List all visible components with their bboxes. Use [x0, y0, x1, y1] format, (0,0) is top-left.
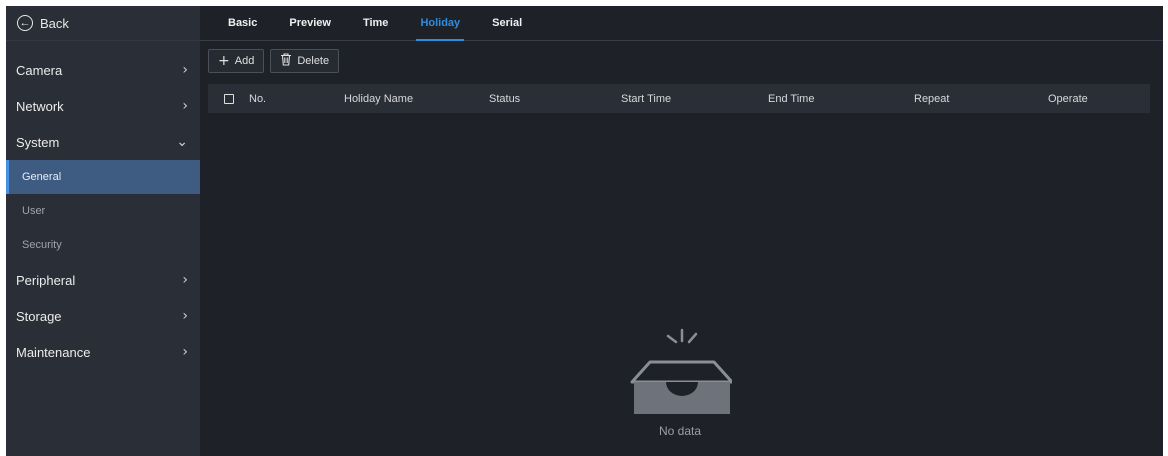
sidebar-subitem-label: Security — [22, 239, 62, 251]
sidebar-item-label: System — [16, 134, 60, 150]
delete-label: Delete — [297, 55, 330, 67]
empty-inbox-icon — [630, 328, 734, 414]
select-all-checkbox[interactable] — [224, 84, 234, 113]
sidebar-item-network[interactable]: Network › — [6, 88, 200, 124]
column-header-start-time: Start Time — [621, 92, 672, 105]
sidebar-item-label: Peripheral — [16, 272, 76, 288]
add-label: Add — [234, 55, 255, 67]
sidebar-item-label: Camera — [16, 62, 63, 78]
tab-bar: Basic Preview Time Holiday Serial — [200, 6, 1163, 41]
chevron-right-icon: › — [182, 344, 188, 360]
column-header-no: No. — [249, 92, 267, 105]
tab-preview[interactable]: Preview — [273, 6, 347, 40]
arrow-left-icon: ← — [17, 15, 33, 31]
chevron-down-icon: ⌄ — [176, 134, 188, 150]
tab-time[interactable]: Time — [347, 6, 404, 40]
sidebar-item-maintenance[interactable]: Maintenance › — [6, 334, 200, 370]
sidebar-subitem-security[interactable]: Security — [6, 228, 200, 262]
column-header-holiday-name: Holiday Name — [344, 92, 414, 105]
sidebar-subitem-general[interactable]: General — [6, 160, 200, 194]
empty-state: No data — [628, 322, 734, 442]
back-label: Back — [40, 15, 69, 31]
sidebar: ← Back Camera › Network › System ⌄ Gener… — [6, 6, 200, 456]
tab-basic[interactable]: Basic — [212, 6, 273, 40]
column-header-end-time: End Time — [768, 92, 815, 105]
app-frame: ← Back Camera › Network › System ⌄ Gener… — [6, 6, 1163, 456]
tab-serial[interactable]: Serial — [476, 6, 538, 40]
delete-button[interactable]: Delete — [270, 49, 340, 73]
sidebar-item-label: Maintenance — [16, 344, 91, 360]
sidebar-item-label: Storage — [16, 308, 62, 324]
sidebar-item-storage[interactable]: Storage › — [6, 298, 200, 334]
toolbar: + Add Delete — [208, 49, 340, 73]
sidebar-subitem-user[interactable]: User — [6, 194, 200, 228]
trash-icon — [280, 53, 292, 69]
column-header-repeat: Repeat — [914, 92, 950, 105]
sidebar-item-peripheral[interactable]: Peripheral › — [6, 262, 200, 298]
sidebar-nav: Camera › Network › System ⌄ General User… — [6, 52, 200, 370]
sidebar-subitem-label: General — [22, 171, 62, 183]
tab-holiday[interactable]: Holiday — [404, 6, 476, 41]
checkbox-box — [224, 93, 234, 104]
sidebar-item-system[interactable]: System ⌄ — [6, 124, 200, 160]
chevron-right-icon: › — [182, 98, 188, 114]
empty-state-text: No data — [658, 424, 702, 438]
table-header: No. Holiday Name Status Start Time End T… — [208, 84, 1150, 113]
sidebar-item-camera[interactable]: Camera › — [6, 52, 200, 88]
back-button[interactable]: ← Back — [6, 6, 200, 41]
add-button[interactable]: + Add — [208, 49, 265, 73]
column-header-status: Status — [489, 92, 521, 105]
chevron-right-icon: › — [182, 308, 188, 324]
sidebar-subitem-label: User — [22, 205, 46, 217]
chevron-right-icon: › — [182, 62, 188, 78]
sidebar-item-label: Network — [16, 98, 64, 114]
plus-icon: + — [218, 53, 230, 69]
column-header-operate: Operate — [1048, 92, 1088, 105]
chevron-right-icon: › — [182, 272, 188, 288]
